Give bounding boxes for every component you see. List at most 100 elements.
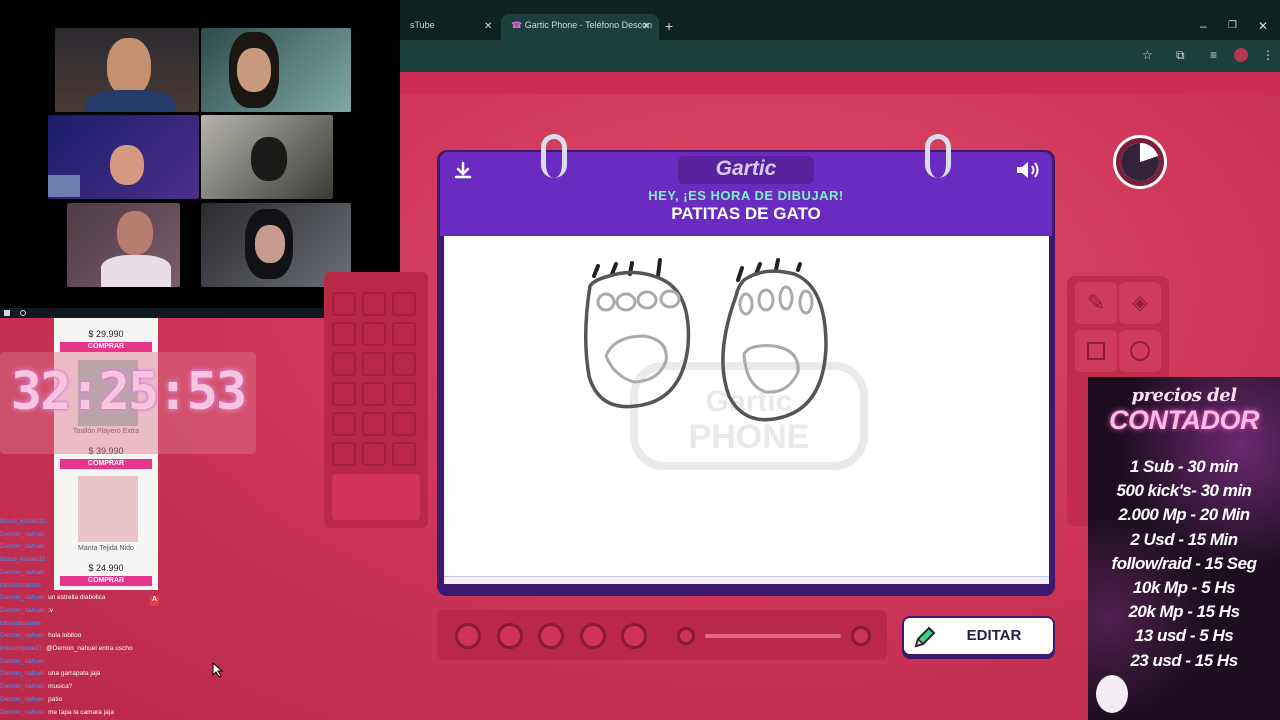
color-swatch[interactable] [332, 442, 356, 466]
eraser-tool-icon[interactable]: ◈ [1119, 282, 1161, 324]
color-swatch[interactable] [392, 442, 416, 466]
counter-prices-panel: precios del CONTADOR 1 Sub - 30 min 500 k… [1088, 377, 1280, 720]
brush-size-option[interactable] [621, 623, 647, 649]
color-swatch[interactable] [362, 382, 386, 406]
chat-username[interactable]: Demon_nahuel [0, 543, 44, 550]
webcam-tile [48, 115, 199, 199]
color-swatch[interactable] [362, 352, 386, 376]
promo-price-line: 1 Sub - 30 min [1129, 457, 1239, 476]
binder-ring [925, 134, 951, 178]
promo-title-small: precios del [1131, 385, 1237, 406]
chat-message: Demon_nahuel me tapa la camara jaja [0, 707, 114, 719]
opacity-min-icon [677, 627, 695, 645]
browser-toolbar: ☆ ⧉ ≡ ⋮ [400, 40, 1280, 72]
color-swatch[interactable] [392, 292, 416, 316]
ellipse-tool-icon[interactable] [1119, 330, 1161, 372]
close-icon[interactable]: ✕ [484, 21, 492, 33]
browser-tab-strip: sTube ✕ ☎ Gartic Phone - Teléfono Descon… [400, 0, 1280, 40]
color-swatch[interactable] [362, 442, 386, 466]
webcam-tile [67, 203, 180, 287]
chat-username[interactable]: Demon_nahuel [0, 709, 44, 716]
buy-button[interactable]: COMPRAR [60, 459, 152, 469]
color-swatch[interactable] [332, 322, 356, 346]
opacity-slider-handle[interactable] [851, 626, 871, 646]
chat-username[interactable]: Demon_nahuel [0, 569, 44, 576]
color-swatch[interactable] [362, 292, 386, 316]
brush-size-option[interactable] [455, 623, 481, 649]
color-swatch[interactable] [332, 412, 356, 436]
opacity-slider-track[interactable] [705, 634, 841, 638]
gartic-logo: Gartic [715, 157, 777, 180]
color-swatch[interactable] [362, 322, 386, 346]
star-icon[interactable]: ☆ [1142, 49, 1153, 61]
color-preview[interactable] [332, 474, 420, 520]
chat-username[interactable]: Blood_kisses32 [0, 518, 46, 525]
chat-message: Demon_nahuel [0, 529, 48, 541]
media-icon[interactable]: ≡ [1210, 49, 1217, 61]
chat-username[interactable]: Demon_nahuel [0, 670, 44, 677]
chat-username[interactable]: Blood_kisses32 [0, 556, 46, 563]
extensions-icon[interactable]: ⧉ [1176, 49, 1185, 61]
chat-username[interactable]: Demon_nahuel [0, 594, 44, 601]
color-swatch[interactable] [392, 352, 416, 376]
menu-icon[interactable]: ⋮ [1262, 49, 1274, 61]
speaker-icon[interactable] [1014, 158, 1042, 182]
chat-username[interactable]: Demon_nahuel [0, 658, 44, 665]
minimize-icon[interactable]: – [1200, 20, 1207, 32]
chat-text: hola lobitoo [48, 632, 82, 640]
restore-icon[interactable]: ❐ [1228, 20, 1237, 32]
pencil-tool-icon[interactable]: ✎ [1075, 282, 1117, 324]
chat-username[interactable]: lobitodesarme [0, 582, 41, 589]
search-icon[interactable] [20, 310, 26, 316]
chat-username[interactable]: Demon_nahuel [0, 632, 44, 639]
chat-text: patio [48, 695, 63, 703]
color-swatch[interactable] [332, 382, 356, 406]
chat-username[interactable]: Demon_nahuel [0, 696, 44, 703]
color-swatch[interactable] [392, 322, 416, 346]
color-swatch[interactable] [362, 412, 386, 436]
tab-youtube[interactable]: sTube ✕ [400, 14, 500, 40]
promo-price-line: 2 Usd - 15 Min [1130, 529, 1238, 549]
svg-text:PHONE: PHONE [689, 418, 810, 456]
chat-username[interactable]: Demon_nahuel [0, 531, 44, 538]
chat-message: Demon_nahuel [0, 567, 48, 579]
drawing-canvas[interactable]: Gartic PHONE [444, 236, 1049, 576]
close-window-icon[interactable]: ✕ [1258, 20, 1268, 32]
plus-icon[interactable]: + [665, 19, 673, 33]
brush-size-option[interactable] [580, 623, 606, 649]
color-swatch[interactable] [332, 352, 356, 376]
color-swatch[interactable] [332, 292, 356, 316]
tab-label: Gartic Phone - Teléfono Descon [524, 20, 653, 30]
download-icon[interactable] [452, 160, 474, 182]
chat-username[interactable]: milaconpure11 [0, 645, 42, 652]
stream-chat: Blood_kisses32 Demon_nahuel Demon_nahuel Bl… [0, 516, 170, 720]
profile-avatar[interactable] [1234, 48, 1248, 62]
windows-start-icon[interactable] [4, 310, 10, 316]
color-swatch[interactable] [392, 412, 416, 436]
chat-message: milaconpure11 @Demon_nahuel entra uscho [0, 643, 133, 655]
tab-gartic[interactable]: ☎ Gartic Phone - Teléfono Descon ✕ [501, 14, 659, 40]
chat-text: una garrapata jaja [48, 670, 101, 678]
brush-size-option[interactable] [497, 623, 523, 649]
binder-ring [541, 134, 567, 178]
chat-message: lobitodesarme [0, 618, 45, 630]
chat-text: un estrella diabolica [48, 594, 106, 602]
color-swatch[interactable] [392, 382, 416, 406]
webcam-overlay [0, 0, 400, 310]
rectangle-tool-icon[interactable] [1075, 330, 1117, 372]
chat-username[interactable]: lobitodesarme [0, 620, 41, 627]
chat-badge-icon: A [150, 596, 159, 606]
unicorn-mascot [1096, 675, 1128, 713]
close-icon[interactable]: ✕ [642, 21, 650, 33]
paper-stack-edge [444, 576, 1049, 584]
chat-username[interactable]: Demon_nahuel [0, 607, 44, 614]
chat-username[interactable]: Demon_nahuel [0, 683, 44, 690]
chat-message: Demon_nahuel una garrapata jaja [0, 668, 101, 680]
brush-size-option[interactable] [538, 623, 564, 649]
chat-message: lobitodesarme [0, 580, 45, 592]
promo-price-line: 2.000 Mp - 20 Min [1118, 505, 1250, 525]
chat-message: Demon_nahuel:v [0, 605, 53, 617]
chat-message: Demon_nahuel hola lobitoo [0, 630, 81, 642]
buy-button[interactable]: COMPRAR [60, 342, 152, 352]
edit-button[interactable]: EDITAR [902, 616, 1055, 656]
